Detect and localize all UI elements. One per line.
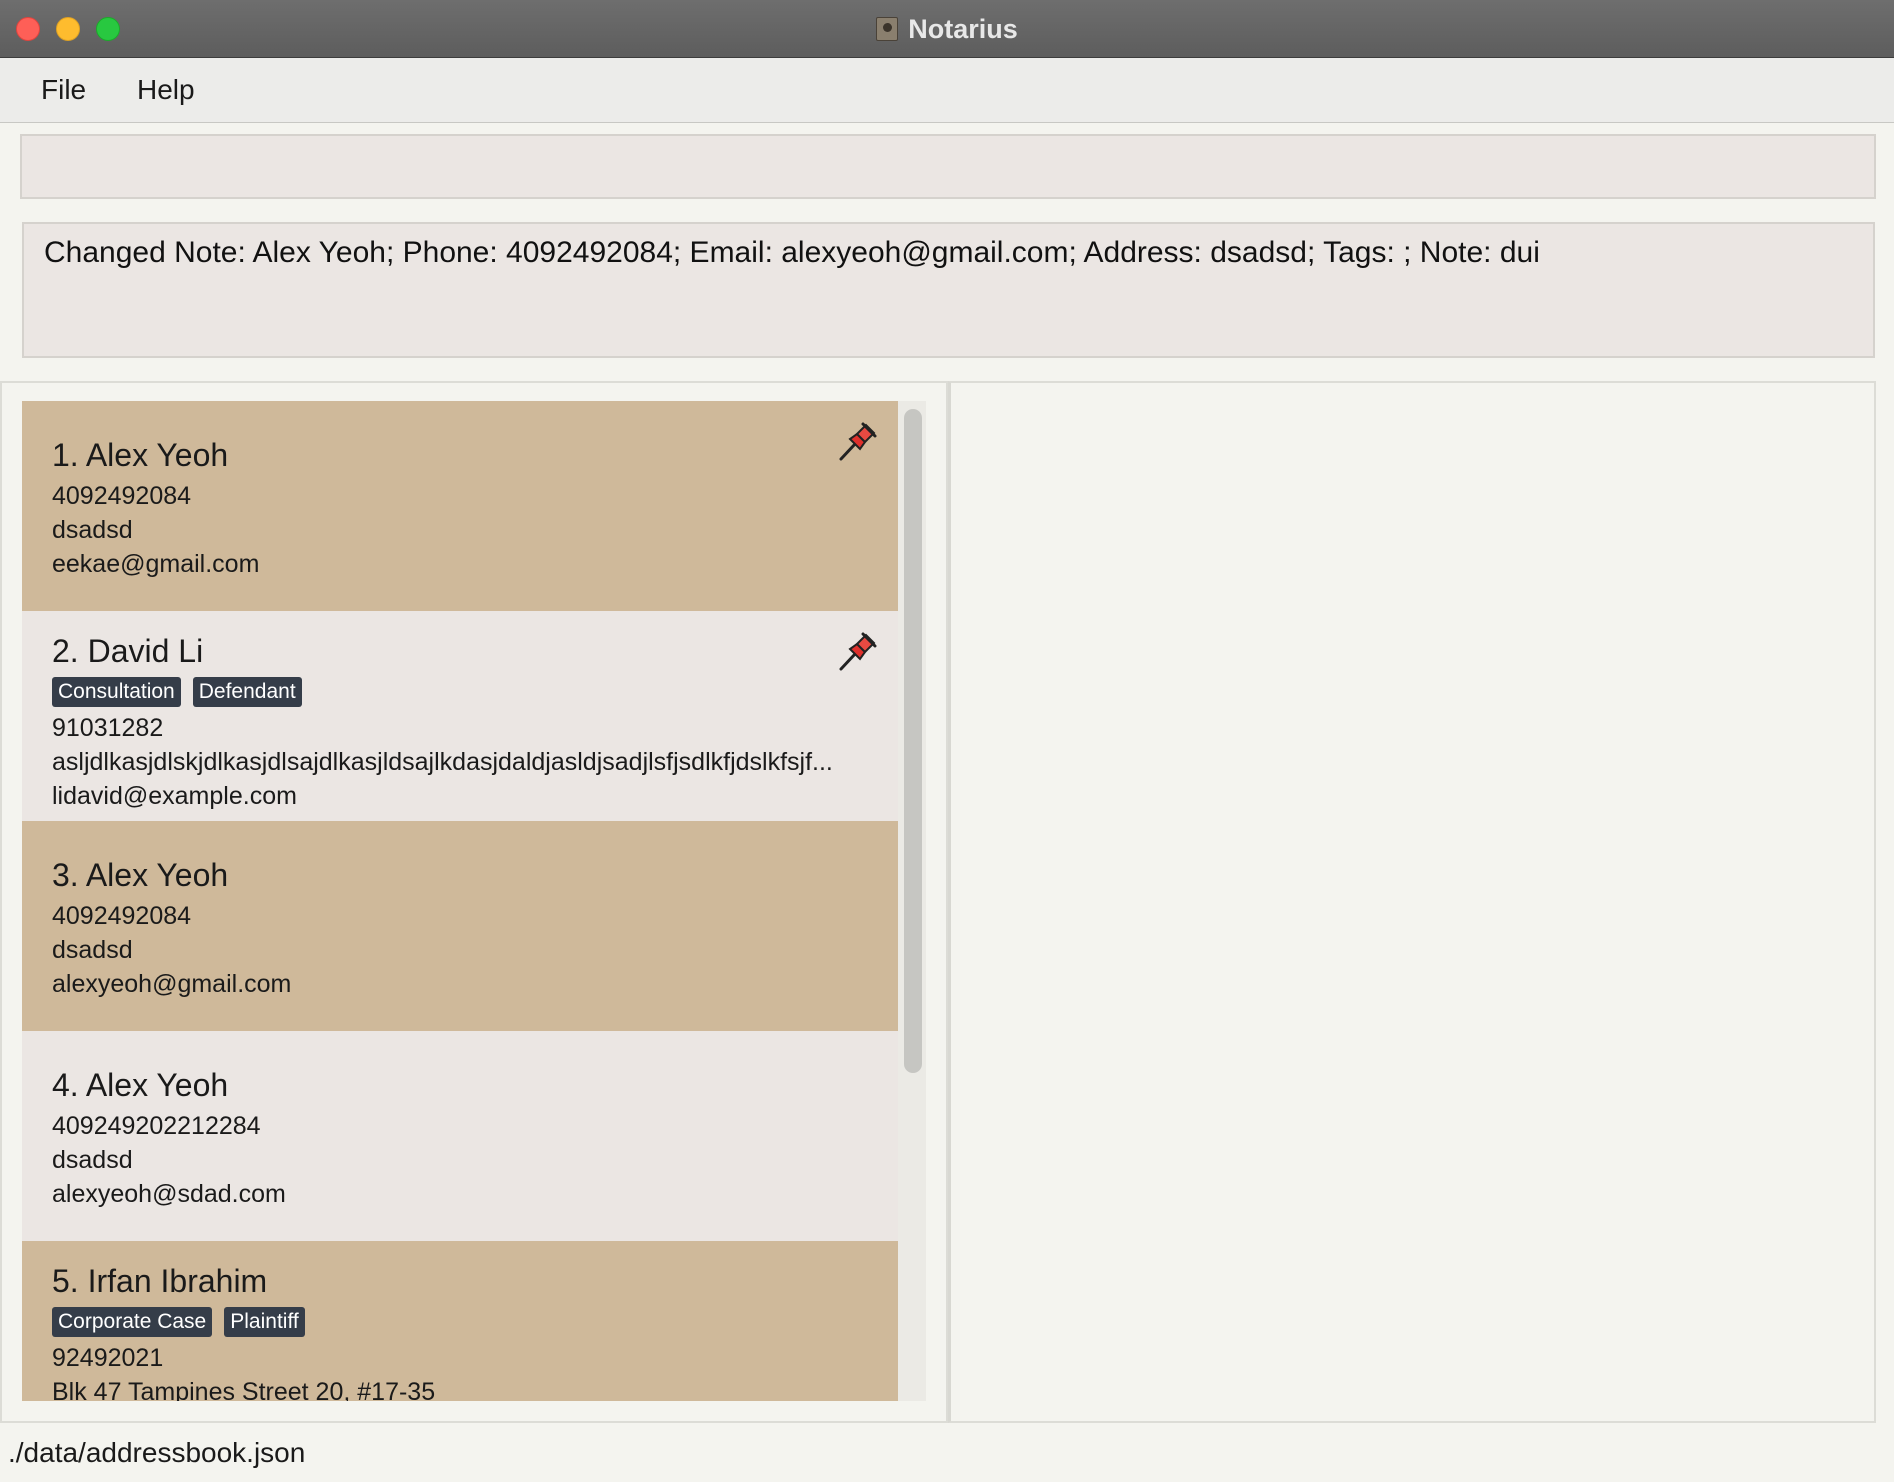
result-display: Changed Note: Alex Yeoh; Phone: 40924920…	[22, 222, 1875, 358]
person-card[interactable]: 5. Irfan Ibrahim Corporate Case Plaintiff 9…	[22, 1241, 898, 1401]
person-name: 4. Alex Yeoh	[52, 1067, 229, 1103]
scrollbar-thumb[interactable]	[904, 409, 922, 1073]
command-input[interactable]	[20, 134, 1876, 199]
person-address: dsadsd	[52, 516, 133, 544]
person-card[interactable]: 3. Alex Yeoh 4092492084 dsadsd alexyeoh@gma…	[22, 821, 898, 1031]
person-name: 2. David Li	[52, 633, 204, 669]
tag-badge: Plaintiff	[224, 1307, 305, 1337]
tag-badge: Corporate Case	[52, 1307, 213, 1337]
person-address: asljdlkasjdlskjdlkasjdlsajdlkasjldsajlkd…	[52, 748, 833, 776]
address-book-icon	[876, 17, 899, 41]
person-name: 5. Irfan Ibrahim	[52, 1263, 268, 1299]
person-phone: 4092492084	[52, 482, 192, 510]
person-phone: 409249202212284	[52, 1112, 261, 1140]
tag-list: Corporate Case Plaintiff	[52, 1305, 868, 1339]
menu-help[interactable]: Help	[137, 74, 195, 106]
menu-bar: File Help	[0, 58, 1894, 123]
tag-badge: Defendant	[192, 677, 302, 707]
tag-badge: Consultation	[52, 677, 181, 707]
person-list[interactable]: 1. Alex Yeoh 4092492084 dsadsd eekae@gmail.…	[22, 401, 898, 1401]
pin-icon	[836, 419, 880, 463]
person-phone: 91031282	[52, 714, 164, 742]
pin-icon	[836, 629, 880, 673]
title-bar: Notarius	[0, 0, 1894, 58]
tag-list: Consultation Defendant	[52, 675, 868, 709]
person-phone: 4092492084	[52, 902, 192, 930]
person-email: eekae@gmail.com	[52, 550, 260, 578]
menu-file[interactable]: File	[41, 74, 86, 106]
status-bar: ./data/addressbook.json	[0, 1423, 1894, 1482]
person-card[interactable]: 4. Alex Yeoh 409249202212284 dsadsd alexyeo…	[22, 1031, 898, 1241]
person-address: dsadsd	[52, 1146, 133, 1174]
person-email: lidavid@example.com	[52, 782, 297, 810]
person-address: Blk 47 Tampines Street 20, #17-35	[52, 1378, 436, 1401]
person-card[interactable]: 1. Alex Yeoh 4092492084 dsadsd eekae@gmail.…	[22, 401, 898, 611]
person-card[interactable]: 2. David Li Consultation Defendant 91031282…	[22, 611, 898, 821]
person-name: 3. Alex Yeoh	[52, 857, 229, 893]
person-address: dsadsd	[52, 936, 133, 964]
person-phone: 92492021	[52, 1344, 164, 1372]
person-email: alexyeoh@gmail.com	[52, 970, 292, 998]
person-list-scrollbar[interactable]	[898, 401, 926, 1401]
person-email: alexyeoh@sdad.com	[52, 1180, 286, 1208]
person-detail-panel	[948, 381, 1876, 1423]
person-name: 1. Alex Yeoh	[52, 437, 229, 473]
window-title: Notarius	[908, 13, 1018, 44]
person-list-panel: 1. Alex Yeoh 4092492084 dsadsd eekae@gmail.…	[0, 381, 948, 1423]
save-file-path: ./data/addressbook.json	[8, 1437, 306, 1468]
